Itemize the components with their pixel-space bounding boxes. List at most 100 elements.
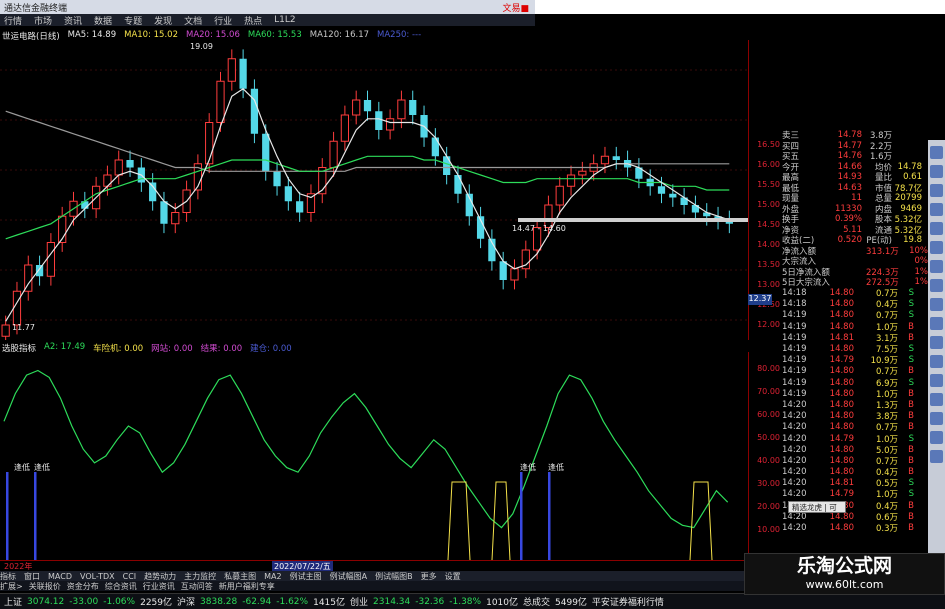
side-tool-icon[interactable] bbox=[930, 203, 943, 216]
range-label: 14.47 - 14.60 bbox=[512, 224, 566, 233]
index-name[interactable]: 沪深 bbox=[177, 595, 195, 608]
tick-row: 14:20 14.79 1.0万 S bbox=[782, 433, 928, 445]
info-tab[interactable]: 互动问答 bbox=[181, 581, 213, 592]
index-change: -33.00 bbox=[69, 596, 99, 607]
side-tool-icon[interactable] bbox=[930, 393, 943, 406]
candle-body bbox=[227, 58, 236, 82]
candle-body bbox=[431, 137, 439, 157]
price-axis-tick: 13.50 bbox=[757, 260, 780, 269]
tick-direction: S bbox=[908, 489, 914, 500]
side-tool-icon[interactable] bbox=[930, 241, 943, 254]
index-change: -32.36 bbox=[415, 596, 445, 607]
tick-direction: S bbox=[908, 355, 914, 366]
menu-item-2[interactable]: 资讯 bbox=[64, 14, 82, 27]
flow-row: 5日大宗流入 272.5万 1% bbox=[782, 277, 928, 288]
side-tool-icon[interactable] bbox=[930, 355, 943, 368]
brand-label[interactable]: 文易■ bbox=[502, 1, 529, 14]
broker-label[interactable]: 平安证券福利行情 bbox=[592, 595, 664, 608]
popup-tooltip[interactable]: 精选龙虎 | 可 bbox=[788, 501, 846, 513]
info-tab[interactable]: 行业资讯 bbox=[143, 581, 175, 592]
tick-volume: 3.1万 bbox=[875, 333, 898, 344]
tick-row: 14:19 14.81 3.1万 B bbox=[782, 332, 928, 344]
signal-label: 逢低 bbox=[548, 462, 564, 472]
menu-item-1[interactable]: 市场 bbox=[34, 14, 52, 27]
info-tab[interactable]: 综合资讯 bbox=[105, 581, 137, 592]
top-right-blank bbox=[535, 0, 945, 14]
indicator-tab[interactable]: 例试主图 bbox=[290, 571, 322, 582]
tick-row: 14:20 14.80 0.4万 B bbox=[782, 467, 928, 478]
side-tool-icon[interactable] bbox=[930, 431, 943, 444]
tick-time: 14:20 bbox=[782, 455, 807, 466]
tick-price: 14.80 bbox=[829, 288, 854, 299]
indicator-tab[interactable]: CCI bbox=[123, 572, 137, 581]
side-tool-icon[interactable] bbox=[930, 336, 943, 349]
menu-item-6[interactable]: 文档 bbox=[184, 14, 202, 27]
side-tool-icon[interactable] bbox=[930, 374, 943, 387]
candle-body bbox=[669, 193, 677, 198]
tick-time: 14:19 bbox=[782, 310, 807, 321]
menu-item-8[interactable]: 热点 bbox=[244, 14, 262, 27]
indicator-axis-tick: 10.00 bbox=[757, 525, 780, 534]
index-name[interactable]: 上证 bbox=[4, 595, 22, 608]
info-tab[interactable]: 资金分布 bbox=[67, 581, 99, 592]
stat-value: 9469 bbox=[900, 203, 922, 214]
tick-direction: S bbox=[908, 310, 914, 321]
candle-body bbox=[566, 174, 576, 187]
side-tool-icon[interactable] bbox=[930, 317, 943, 330]
tick-price: 14.80 bbox=[829, 377, 854, 388]
indicator-tab[interactable]: VOL-TDX bbox=[80, 572, 115, 581]
price-axis-tick: 14.50 bbox=[757, 220, 780, 229]
side-tool-icon[interactable] bbox=[930, 279, 943, 292]
menu-item-9[interactable]: L1L2 bbox=[274, 15, 295, 25]
index-pct: -1.06% bbox=[103, 596, 136, 607]
tick-time: 14:19 bbox=[782, 366, 807, 377]
tick-row: 14:19 14.79 10.9万 S bbox=[782, 355, 928, 366]
tick-price: 14.79 bbox=[829, 433, 854, 444]
side-tool-icon[interactable] bbox=[930, 260, 943, 273]
index-pct: -1.62% bbox=[276, 596, 309, 607]
indicator-line bbox=[3, 369, 729, 529]
tick-price: 14.80 bbox=[829, 444, 854, 455]
menu-item-5[interactable]: 发现 bbox=[154, 14, 172, 27]
indicator-tab[interactable]: MA2 bbox=[264, 572, 281, 581]
tick-volume: 1.0万 bbox=[875, 434, 898, 445]
indicator-chart[interactable]: 逢低 逢低 逢低 逢低 bbox=[0, 352, 748, 560]
side-tool-icon[interactable] bbox=[930, 222, 943, 235]
indicator-axis: 80.00 70.00 60.00 50.00 40.00 30.00 20.00 10.00 bbox=[748, 352, 782, 560]
stat-value: 14.63 bbox=[837, 182, 862, 193]
info-tab[interactable]: 关联报价 bbox=[29, 581, 61, 592]
indicator-tab[interactable]: 更多 bbox=[421, 571, 437, 582]
side-tool-icon[interactable] bbox=[930, 165, 943, 178]
price-axis-tick: 15.50 bbox=[757, 180, 780, 189]
side-tool-icon[interactable] bbox=[930, 184, 943, 197]
info-tab[interactable]: 新用户福利专享 bbox=[219, 581, 275, 592]
indicator-tab[interactable]: MACD bbox=[48, 572, 72, 581]
indicator-tab[interactable]: 设置 bbox=[445, 571, 461, 582]
side-tool-icon[interactable] bbox=[930, 298, 943, 311]
tick-row: 14:18 14.80 0.4万 S bbox=[782, 299, 928, 310]
index-name[interactable]: 创业 bbox=[350, 595, 368, 608]
menu-item-0[interactable]: 行情 bbox=[4, 14, 22, 27]
index-price: 3838.28 bbox=[200, 596, 238, 607]
candle-body bbox=[363, 100, 372, 112]
tick-time: 14:19 bbox=[782, 344, 807, 355]
flow-label: 5日大宗流入 bbox=[782, 278, 830, 289]
menu-item-4[interactable]: 专题 bbox=[124, 14, 142, 27]
menu-item-7[interactable]: 行业 bbox=[214, 14, 232, 27]
candle-body bbox=[510, 268, 519, 281]
info-tab[interactable]: 扩展> bbox=[0, 581, 23, 592]
stat-value: 14.93 bbox=[837, 172, 862, 183]
candlestick-chart[interactable]: 19.09 11.77 14.47 - 14.60 bbox=[0, 40, 748, 340]
index-amount: 2259亿 bbox=[140, 598, 172, 608]
side-tool-icon[interactable] bbox=[930, 146, 943, 159]
candle-body bbox=[160, 201, 168, 224]
tick-row: 14:19 14.80 7.5万 S bbox=[782, 343, 928, 355]
menu-item-3[interactable]: 数据 bbox=[94, 14, 112, 27]
indicator-tab[interactable]: 例试幅图A bbox=[330, 571, 367, 582]
side-tool-icon[interactable] bbox=[930, 450, 943, 463]
candle-body bbox=[329, 140, 338, 168]
side-tool-icon[interactable] bbox=[930, 412, 943, 425]
tick-volume: 0.4万 bbox=[875, 300, 898, 311]
indicator-tab[interactable]: 例试幅图B bbox=[375, 571, 413, 582]
stat-value: 78.7亿 bbox=[894, 183, 922, 194]
